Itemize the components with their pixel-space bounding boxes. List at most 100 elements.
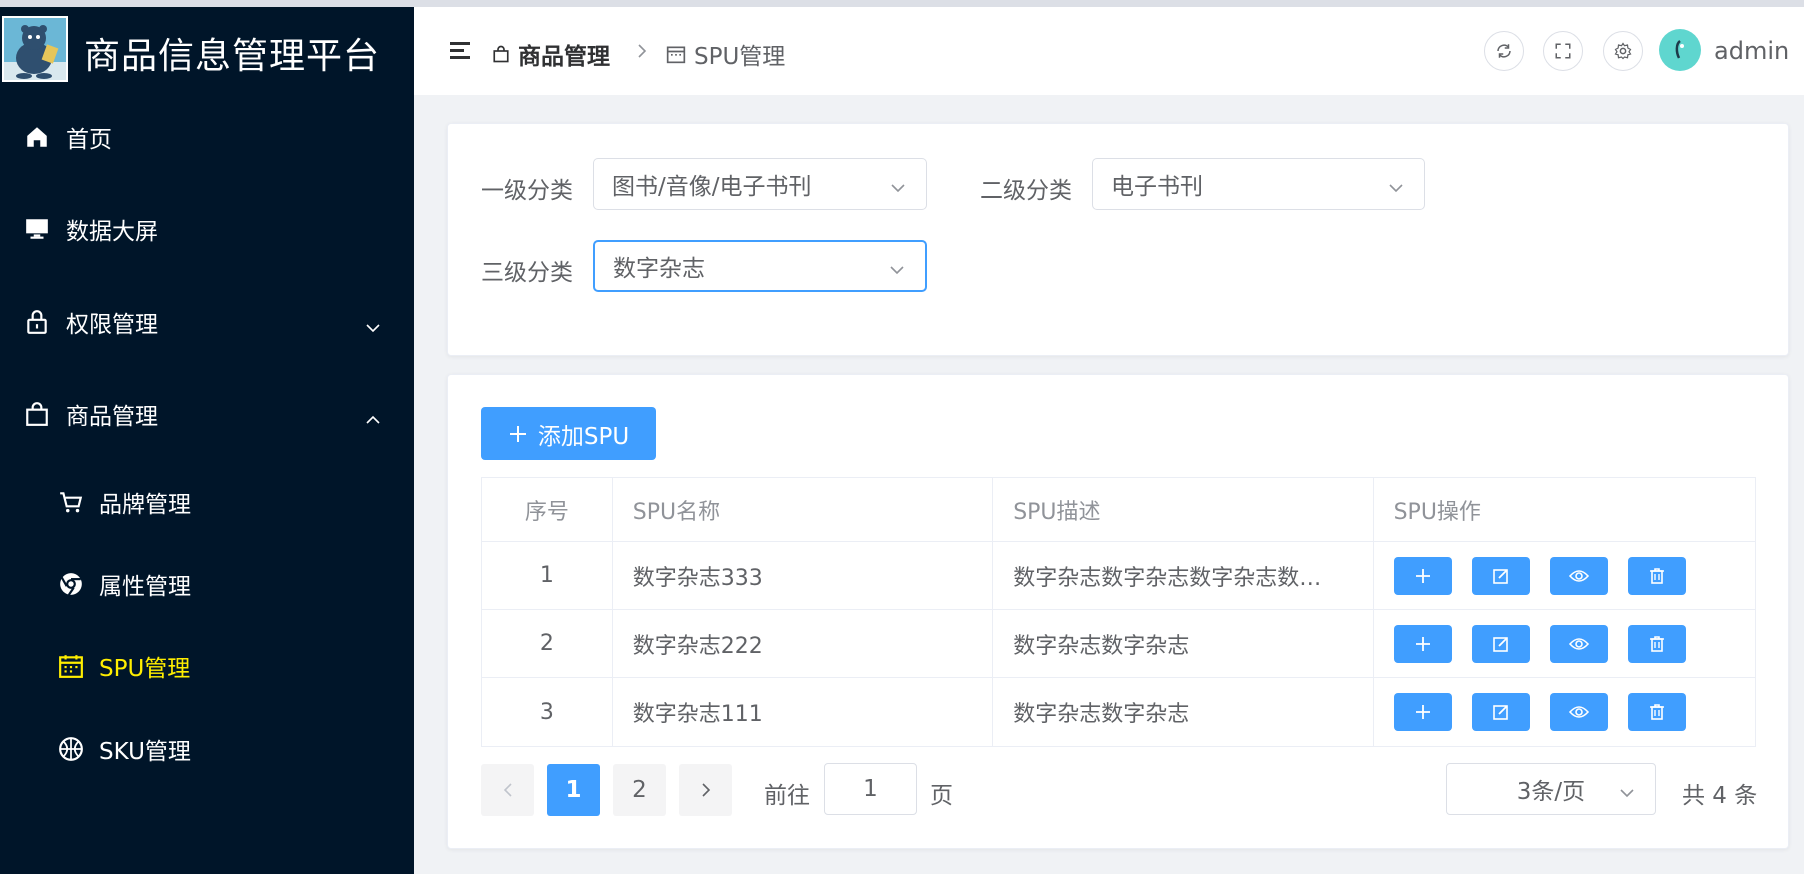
settings-button[interactable]: [1603, 31, 1643, 71]
sidebar: 商品信息管理平台 首页 数据大屏 权限管理 商品管理 品牌管理 属性管理 SPU…: [0, 7, 414, 874]
breadcrumb-separator-icon: [636, 43, 648, 63]
breadcrumb-label: 商品管理: [518, 44, 610, 70]
table-header-row: 序号 SPU名称 SPU描述 SPU操作: [482, 478, 1755, 542]
level1-label: 一级分类: [481, 178, 573, 204]
table-row: 2 数字杂志222 数字杂志数字杂志: [482, 610, 1755, 678]
level3-label: 三级分类: [481, 260, 573, 286]
cell-desc: 数字杂志数字杂志数字杂志数字杂志: [993, 542, 1374, 609]
plus-icon: [1414, 567, 1432, 585]
add-sku-button[interactable]: [1393, 556, 1452, 595]
level1-select[interactable]: 图书/音像/电子书刊: [593, 158, 927, 210]
table-row: 3 数字杂志111 数字杂志数字杂志: [482, 678, 1755, 746]
username[interactable]: admin: [1714, 37, 1789, 65]
calendar-icon: [56, 651, 86, 681]
table-row: 1 数字杂志333 数字杂志数字杂志数字杂志数字杂志: [482, 542, 1755, 610]
calendar-icon: [666, 44, 686, 64]
next-page-button[interactable]: [679, 764, 732, 816]
goto-prefix: 前往: [764, 783, 810, 809]
add-sku-button[interactable]: [1393, 693, 1452, 731]
cell-actions: [1374, 542, 1755, 609]
edit-spu-button[interactable]: [1471, 693, 1530, 731]
add-spu-button[interactable]: 添加SPU: [481, 407, 656, 460]
sidebar-item-screen[interactable]: 数据大屏: [0, 199, 414, 259]
page-1-button[interactable]: 1: [547, 764, 600, 816]
prev-page-button[interactable]: [481, 764, 534, 816]
refresh-button[interactable]: [1484, 31, 1524, 71]
avatar[interactable]: [1659, 29, 1701, 71]
sidebar-item-label: 首页: [66, 127, 112, 153]
col-header-index: 序号: [482, 478, 613, 542]
goto-page-input[interactable]: 1: [824, 763, 917, 815]
edit-spu-button[interactable]: [1471, 556, 1530, 595]
breadcrumb-product[interactable]: 商品管理: [492, 37, 610, 71]
sidebar-item-label: SKU管理: [99, 739, 191, 765]
chevron-right-icon: [700, 782, 712, 798]
sidebar-item-brand[interactable]: 品牌管理: [0, 472, 414, 532]
fullscreen-button[interactable]: [1543, 31, 1583, 71]
view-sku-button[interactable]: [1549, 693, 1608, 731]
chevron-down-icon: [366, 315, 380, 333]
chevron-down-icon: [890, 176, 906, 193]
desc-text: 数字杂志数字杂志数字杂志数字杂志: [1013, 565, 1334, 591]
eye-icon: [1568, 704, 1589, 720]
view-sku-button[interactable]: [1549, 556, 1608, 595]
basketball-icon: [56, 734, 86, 764]
chevron-left-icon: [502, 782, 514, 798]
add-spu-label: 添加SPU: [537, 423, 630, 450]
sidebar-item-label: 数据大屏: [66, 219, 158, 245]
window-top-edge: [0, 0, 1804, 7]
col-header-actions: SPU操作: [1393, 500, 1481, 525]
sidebar-item-permission[interactable]: 权限管理: [0, 292, 414, 352]
level2-select[interactable]: 电子书刊: [1092, 158, 1425, 210]
level2-label: 二级分类: [980, 178, 1072, 204]
trash-icon: [1648, 703, 1666, 721]
fullscreen-icon: [1554, 42, 1572, 60]
sidebar-item-label: 商品管理: [66, 404, 158, 430]
trash-icon: [1648, 567, 1666, 585]
shopping-bag-icon: [22, 399, 52, 429]
view-sku-button[interactable]: [1549, 624, 1608, 663]
shopping-bag-icon: [492, 44, 510, 64]
breadcrumb-spu: SPU管理: [666, 37, 785, 71]
cell-desc: 数字杂志数字杂志: [993, 610, 1374, 677]
add-sku-button[interactable]: [1393, 624, 1452, 663]
sidebar-item-home[interactable]: 首页: [0, 107, 414, 167]
delete-spu-button[interactable]: [1627, 556, 1686, 595]
chevron-down-icon: [1619, 781, 1635, 798]
top-header: 商品管理 SPU管理 admin: [414, 7, 1804, 95]
sidebar-item-sku[interactable]: SKU管理: [0, 719, 414, 779]
sidebar-item-product[interactable]: 商品管理: [0, 384, 414, 444]
sidebar-item-attr[interactable]: 属性管理: [0, 554, 414, 614]
menu-fold-icon[interactable]: [450, 40, 472, 64]
chevron-down-icon: [1388, 176, 1404, 193]
edit-icon: [1492, 635, 1510, 653]
delete-spu-button[interactable]: [1627, 693, 1686, 731]
sidebar-item-spu[interactable]: SPU管理: [0, 636, 414, 696]
edit-icon: [1492, 703, 1510, 721]
page-size-select[interactable]: 3条/页: [1446, 763, 1656, 815]
delete-spu-button[interactable]: [1627, 624, 1686, 663]
total-count: 共 4 条: [1682, 783, 1758, 809]
plus-icon: [1414, 703, 1432, 721]
trash-icon: [1648, 635, 1666, 653]
app-title: 商品信息管理平台: [84, 36, 381, 77]
gear-icon: [1614, 42, 1632, 60]
cell-actions: [1374, 610, 1755, 677]
app-logo: [2, 16, 68, 82]
cell-index: 2: [482, 610, 613, 677]
eye-icon: [1568, 636, 1589, 652]
level3-select[interactable]: 数字杂志: [593, 240, 927, 292]
col-header-desc: SPU描述: [993, 478, 1374, 542]
cell-name: 数字杂志222: [613, 610, 994, 677]
monitor-icon: [22, 214, 52, 244]
select-value: 数字杂志: [613, 256, 705, 282]
plus-icon: [508, 424, 528, 444]
refresh-icon: [1495, 42, 1513, 60]
chevron-down-icon: [889, 258, 905, 275]
page-2-button[interactable]: 2: [613, 764, 666, 816]
edit-icon: [1492, 567, 1510, 585]
chrome-icon: [56, 569, 86, 599]
edit-spu-button[interactable]: [1471, 624, 1530, 663]
goto-suffix: 页: [930, 783, 953, 809]
select-value: 图书/音像/电子书刊: [612, 174, 812, 200]
